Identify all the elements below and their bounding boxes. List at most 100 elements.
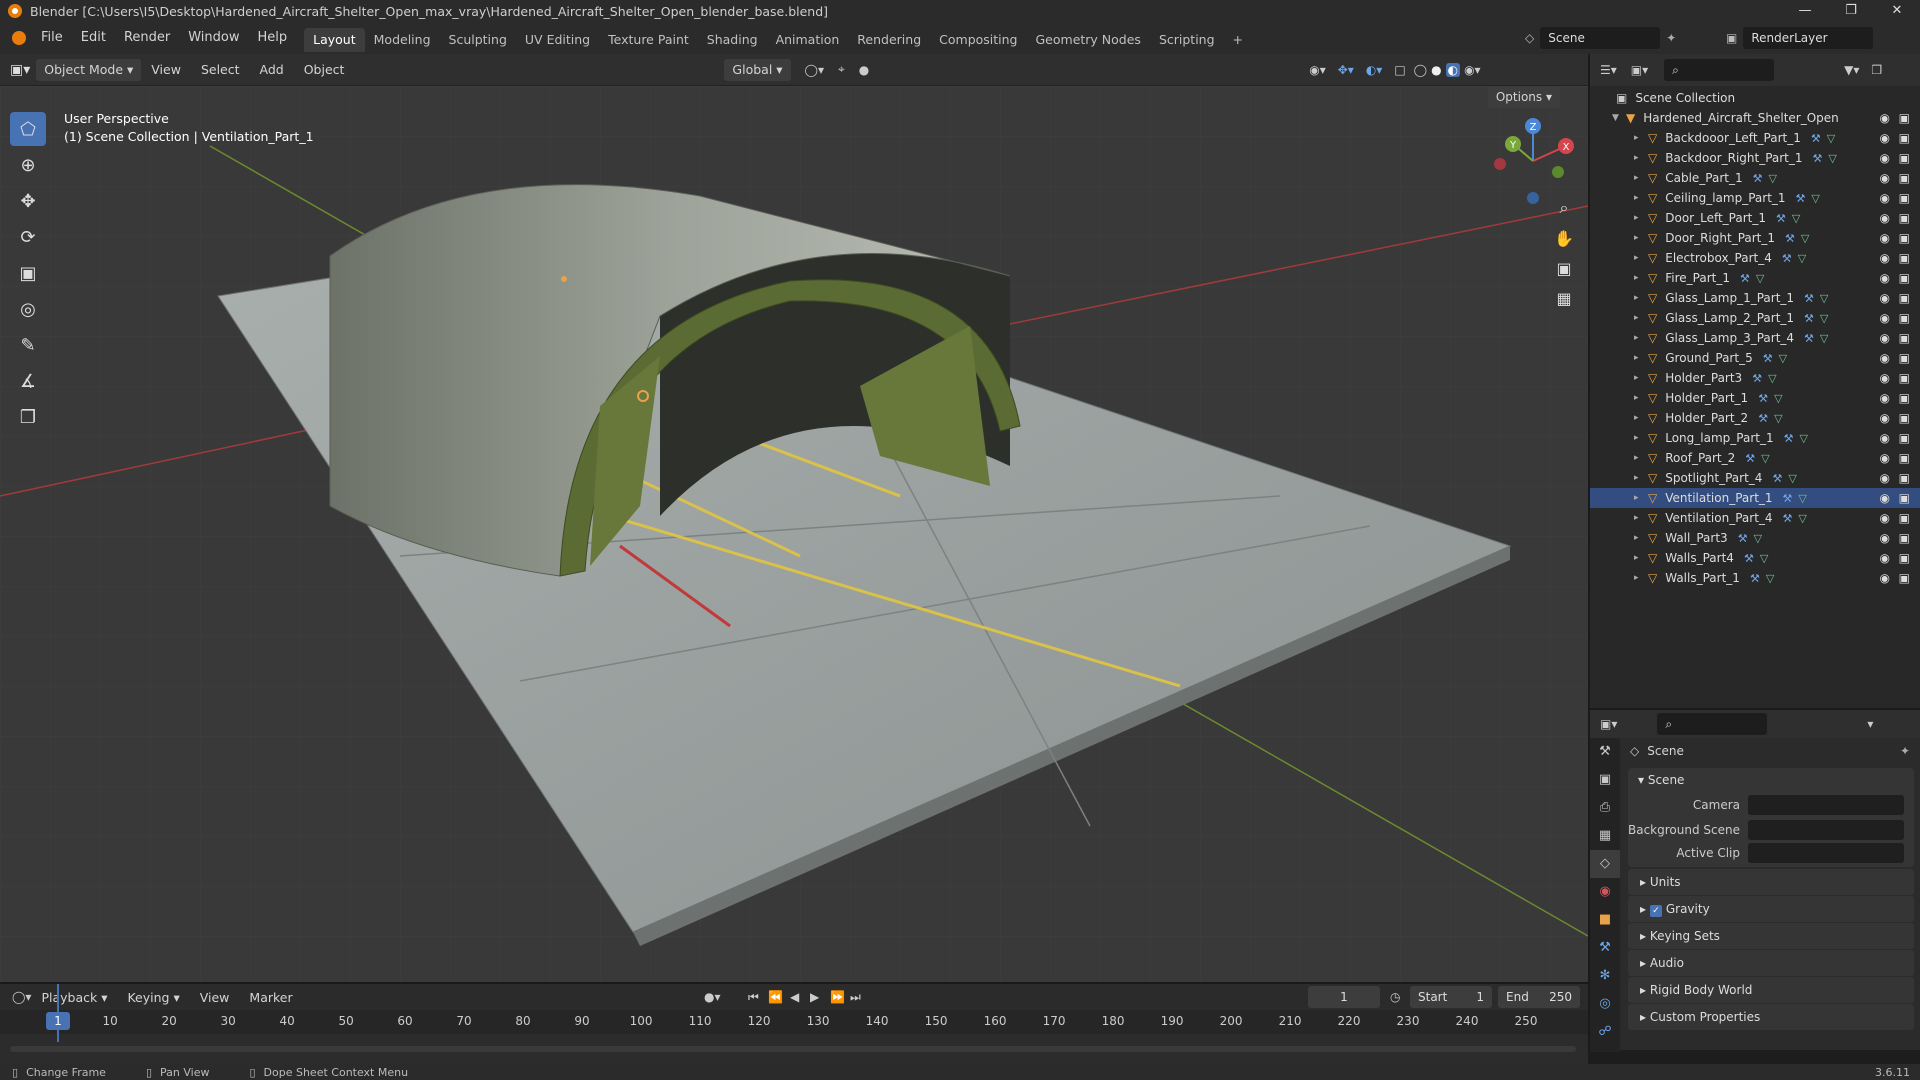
scale-tool-icon[interactable]: ▣ <box>10 256 46 290</box>
expand-icon[interactable]: ▸ <box>1634 153 1648 163</box>
render-camera-icon[interactable]: ▣ <box>1899 431 1910 445</box>
eye-icon[interactable]: ◉ <box>1880 431 1890 445</box>
eye-icon[interactable]: ◉ <box>1880 391 1890 405</box>
expand-icon[interactable]: ▸ <box>1634 313 1648 323</box>
record-icon[interactable]: ●▾ <box>704 990 721 1004</box>
eye-icon[interactable]: ◉ <box>1880 471 1890 485</box>
mesh-data-icon[interactable]: ▽ <box>1798 252 1806 265</box>
play-reverse-icon[interactable]: ◀ <box>790 990 799 1004</box>
output-tab-icon[interactable]: ⎙ <box>1590 794 1620 822</box>
add-workspace-icon[interactable]: + <box>1224 28 1252 52</box>
outliner-object-row[interactable]: ▸ ▽ Ceiling_lamp_Part_1 ⚒ ▽ ◉ ▣ <box>1590 188 1920 208</box>
custom-properties-subpanel[interactable]: ▸ Custom Properties <box>1628 1004 1914 1030</box>
expand-icon[interactable]: ▸ <box>1634 413 1648 423</box>
tab-modeling[interactable]: Modeling <box>365 28 440 52</box>
eye-icon[interactable]: ◉ <box>1880 451 1890 465</box>
render-camera-icon[interactable]: ▣ <box>1899 451 1910 465</box>
eye-icon[interactable]: ◉ <box>1880 331 1890 345</box>
3d-viewport[interactable]: User Perspective (1) Scene Collection | … <box>0 86 1588 982</box>
timeline-ruler[interactable]: 10 20 30 40 50 60 70 80 90 100 110 120 130 140 150 160 1… <box>0 1010 1588 1034</box>
minimize-icon[interactable]: — <box>1782 0 1828 22</box>
start-frame-field[interactable]: Start 1 <box>1410 986 1492 1008</box>
modifier-icon[interactable]: ⚒ <box>1752 372 1762 385</box>
eye-icon[interactable]: ◉ <box>1880 231 1890 245</box>
active-clip-field[interactable] <box>1748 842 1904 863</box>
gizmo-neg-z[interactable] <box>1527 192 1539 204</box>
mesh-data-icon[interactable]: ▽ <box>1828 152 1836 165</box>
particles-tab-icon[interactable]: ✻ <box>1590 962 1620 990</box>
modifier-icon[interactable]: ⚒ <box>1776 212 1786 225</box>
menu-marker[interactable]: Marker <box>239 990 302 1005</box>
outliner-object-row[interactable]: ▸ ▽ Holder_Part_2 ⚒ ▽ ◉ ▣ <box>1590 408 1920 428</box>
tab-compositing[interactable]: Compositing <box>930 28 1026 52</box>
expand-icon[interactable]: ▸ <box>1634 433 1648 443</box>
expand-icon[interactable]: ▸ <box>1634 233 1648 243</box>
render-camera-icon[interactable]: ▣ <box>1899 391 1910 405</box>
mesh-data-icon[interactable]: ▽ <box>1760 552 1768 565</box>
modifier-icon[interactable]: ⚒ <box>1750 572 1760 585</box>
tab-sculpting[interactable]: Sculpting <box>440 28 516 52</box>
modifier-icon[interactable]: ⚒ <box>1783 512 1793 525</box>
outliner-object-row[interactable]: ▸ ▽ Long_lamp_Part_1 ⚒ ▽ ◉ ▣ <box>1590 428 1920 448</box>
outliner-object-row[interactable]: ▸ ▽ Spotlight_Part_4 ⚒ ▽ ◉ ▣ <box>1590 468 1920 488</box>
expand-icon[interactable]: ▼ <box>1612 113 1626 123</box>
scene-panel-title[interactable]: ▾ Scene <box>1628 768 1914 792</box>
expand-icon[interactable]: ▸ <box>1634 293 1648 303</box>
menu-object[interactable]: Object <box>294 62 355 77</box>
solid-shading-icon[interactable]: ● <box>1431 63 1441 77</box>
modifier-icon[interactable]: ⚒ <box>1753 172 1763 185</box>
collection-row[interactable]: ▼ ▼ Hardened_Aircraft_Shelter_Open ◉ ▣ <box>1590 108 1920 128</box>
render-camera-icon[interactable]: ▣ <box>1899 351 1910 365</box>
mesh-data-icon[interactable]: ▽ <box>1774 392 1782 405</box>
outliner-object-row[interactable]: ▸ ▽ Walls_Part4 ⚒ ▽ ◉ ▣ <box>1590 548 1920 568</box>
render-camera-icon[interactable]: ▣ <box>1899 551 1910 565</box>
mesh-data-icon[interactable]: ▽ <box>1774 412 1782 425</box>
close-icon[interactable]: ✕ <box>1874 0 1920 22</box>
render-camera-icon[interactable]: ▣ <box>1899 131 1910 145</box>
render-camera-icon[interactable]: ▣ <box>1899 571 1910 585</box>
modifier-icon[interactable]: ⚒ <box>1763 352 1773 365</box>
modifier-icon[interactable]: ⚒ <box>1811 132 1821 145</box>
gizmo-neg-x[interactable] <box>1494 158 1506 170</box>
tab-scripting[interactable]: Scripting <box>1150 28 1224 52</box>
rotate-tool-icon[interactable]: ⟳ <box>10 220 46 254</box>
tool-tab-icon[interactable]: ⚒ <box>1590 738 1620 766</box>
visibility-icon[interactable]: ◉▾ <box>1309 63 1326 77</box>
eye-icon[interactable]: ◉ <box>1880 111 1890 125</box>
eye-icon[interactable]: ◉ <box>1880 551 1890 565</box>
outliner-object-row[interactable]: ▸ ▽ Glass_Lamp_2_Part_1 ⚒ ▽ ◉ ▣ <box>1590 308 1920 328</box>
properties-editor-icon[interactable]: ▣▾ <box>1600 717 1617 731</box>
expand-icon[interactable]: ▸ <box>1634 533 1648 543</box>
eye-icon[interactable]: ◉ <box>1880 191 1890 205</box>
zoom-icon[interactable]: ⌕ <box>1550 194 1578 222</box>
eye-icon[interactable]: ◉ <box>1880 131 1890 145</box>
gizmo-toggle-icon[interactable]: ✥▾ <box>1338 63 1354 77</box>
outliner-object-row[interactable]: ▸ ▽ Ventilation_Part_1 ⚒ ▽ ◉ ▣ <box>1590 488 1920 508</box>
tab-animation[interactable]: Animation <box>767 28 849 52</box>
render-camera-icon[interactable]: ▣ <box>1899 211 1910 225</box>
eye-icon[interactable]: ◉ <box>1880 411 1890 425</box>
gizmo-neg-y[interactable] <box>1552 166 1564 178</box>
filter-icon[interactable]: ▼▾ <box>1844 63 1859 77</box>
tab-rendering[interactable]: Rendering <box>848 28 930 52</box>
ortho-grid-icon[interactable]: ▦ <box>1550 284 1578 312</box>
blender-menu-icon[interactable] <box>12 31 26 45</box>
transform-tool-icon[interactable]: ◎ <box>10 292 46 326</box>
eye-icon[interactable]: ◉ <box>1880 351 1890 365</box>
material-shading-icon[interactable]: ◐ <box>1445 62 1461 77</box>
modifier-icon[interactable]: ⚒ <box>1813 152 1823 165</box>
eye-icon[interactable]: ◉ <box>1880 251 1890 265</box>
render-camera-icon[interactable]: ▣ <box>1899 151 1910 165</box>
mesh-data-icon[interactable]: ▽ <box>1798 512 1806 525</box>
cursor-tool-icon[interactable]: ⊕ <box>10 148 46 182</box>
keying-sets-subpanel[interactable]: ▸ Keying Sets <box>1628 923 1914 949</box>
scene-field[interactable]: Scene <box>1540 27 1661 49</box>
modifier-icon[interactable]: ⚒ <box>1758 412 1768 425</box>
outliner-search-input[interactable]: ⌕ <box>1664 59 1775 81</box>
outliner-object-row[interactable]: ▸ ▽ Backdooor_Left_Part_1 ⚒ ▽ ◉ ▣ <box>1590 128 1920 148</box>
expand-icon[interactable]: ▸ <box>1634 133 1648 143</box>
clock-icon[interactable]: ◷ <box>1390 990 1400 1004</box>
overlay-toggle-icon[interactable]: ◐▾ <box>1366 63 1383 77</box>
modifier-icon[interactable]: ⚒ <box>1772 472 1782 485</box>
scene-tab-icon[interactable]: ◇ <box>1590 850 1620 878</box>
